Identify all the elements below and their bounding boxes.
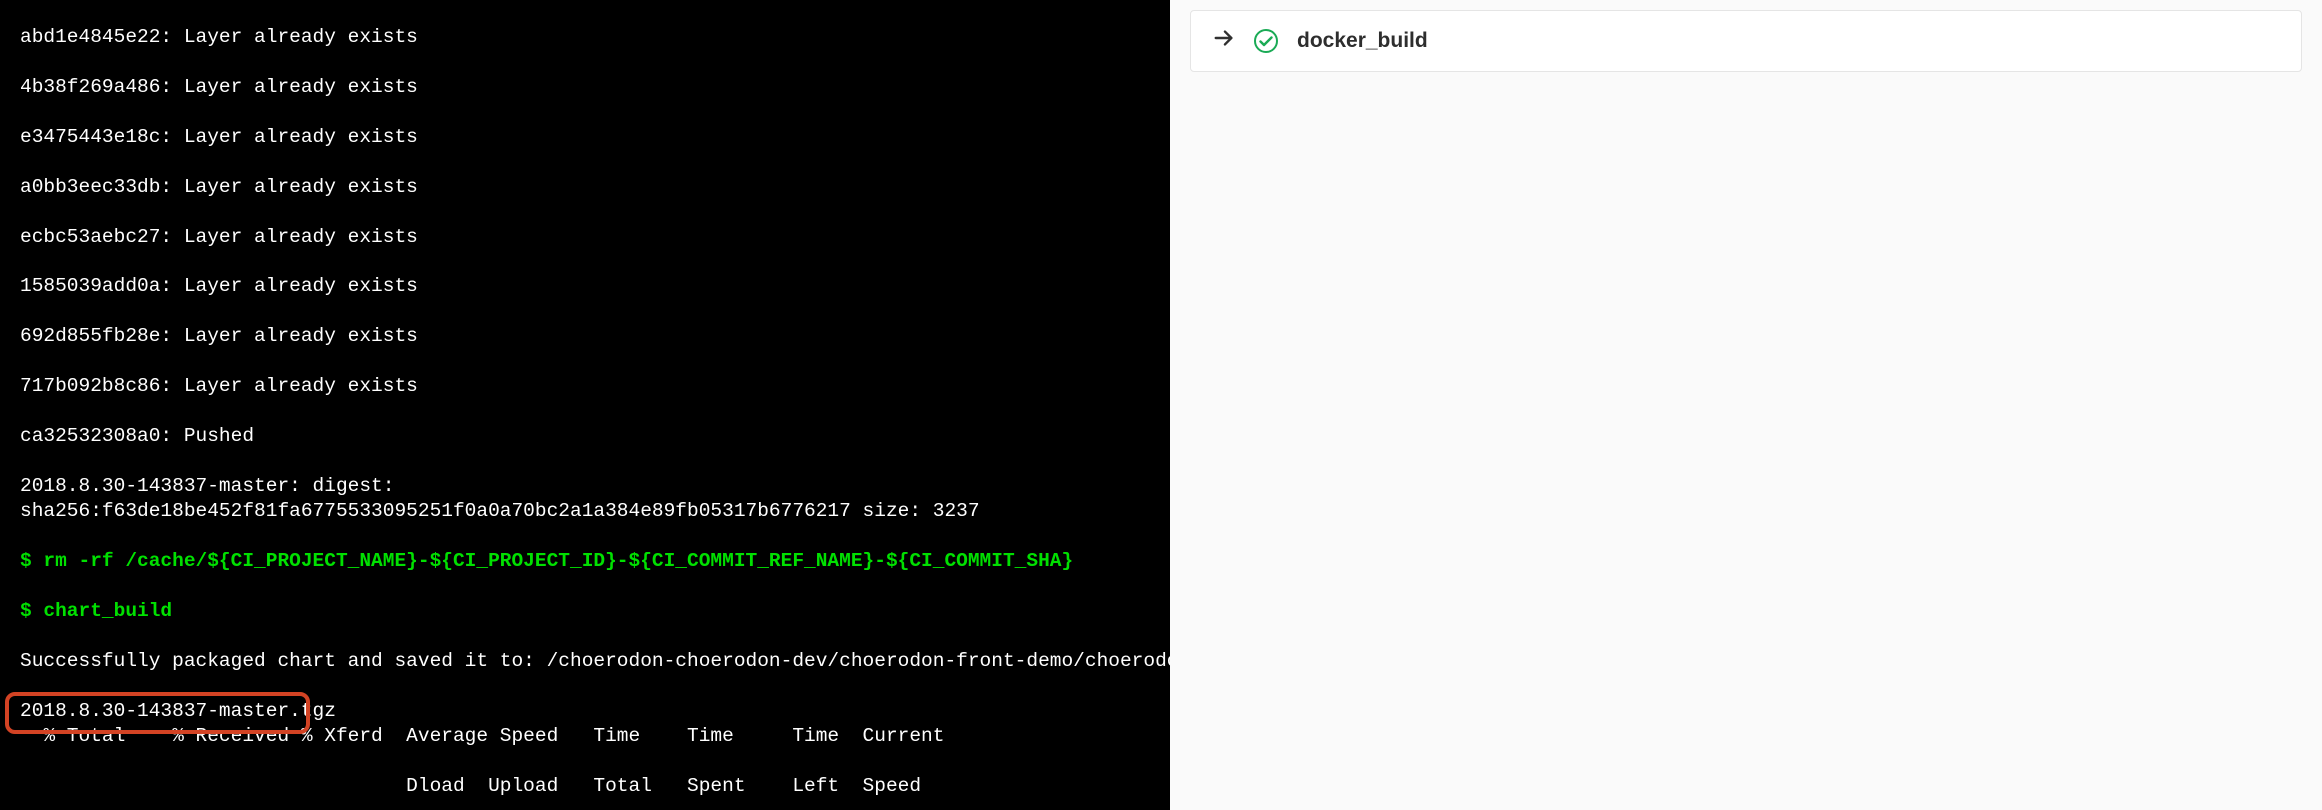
terminal-line: 1585039add0a: Layer already exists xyxy=(20,274,1170,299)
job-name-label: docker_build xyxy=(1297,29,1428,53)
terminal-line: abd1e4845e22: Layer already exists xyxy=(20,25,1170,50)
terminal-line: 692d855fb28e: Layer already exists xyxy=(20,324,1170,349)
terminal-line: 4b38f269a486: Layer already exists xyxy=(20,75,1170,100)
terminal-curl-header: Dload Upload Total Spent Left Speed xyxy=(20,774,1170,799)
terminal-line: ecbc53aebc27: Layer already exists xyxy=(20,225,1170,250)
prompt: $ xyxy=(20,550,43,572)
status-passed-icon xyxy=(1253,28,1279,54)
terminal-output[interactable]: abd1e4845e22: Layer already exists 4b38f… xyxy=(0,0,1170,810)
job-card-docker-build[interactable]: docker_build xyxy=(1190,10,2302,72)
terminal-line: e3475443e18c: Layer already exists xyxy=(20,125,1170,150)
command-text: rm -rf /cache/${CI_PROJECT_NAME}-${CI_PR… xyxy=(43,550,1073,572)
terminal-line: a0bb3eec33db: Layer already exists xyxy=(20,175,1170,200)
terminal-curl-header: % Total % Received % Xferd Average Speed… xyxy=(20,724,1170,749)
command-text: chart_build xyxy=(43,600,172,622)
side-panel: docker_build xyxy=(1190,0,2322,810)
terminal-line-package: Successfully packaged chart and saved it… xyxy=(20,649,1170,674)
terminal-line-digest: 2018.8.30-143837-master: digest: sha256:… xyxy=(20,474,1170,524)
filename-text: 2018.8.30-143837-master.tgz xyxy=(20,700,336,722)
terminal-line: 717b092b8c86: Layer already exists xyxy=(20,374,1170,399)
terminal-command-line: $ chart_build xyxy=(20,599,1170,624)
arrow-right-icon xyxy=(1213,27,1235,55)
gutter xyxy=(1170,0,1190,810)
terminal-line: ca32532308a0: Pushed xyxy=(20,424,1170,449)
highlighted-filename: 2018.8.30-143837-master.tgz xyxy=(20,699,336,724)
prompt: $ xyxy=(20,600,43,622)
terminal-command-line: $ rm -rf /cache/${CI_PROJECT_NAME}-${CI_… xyxy=(20,549,1170,574)
